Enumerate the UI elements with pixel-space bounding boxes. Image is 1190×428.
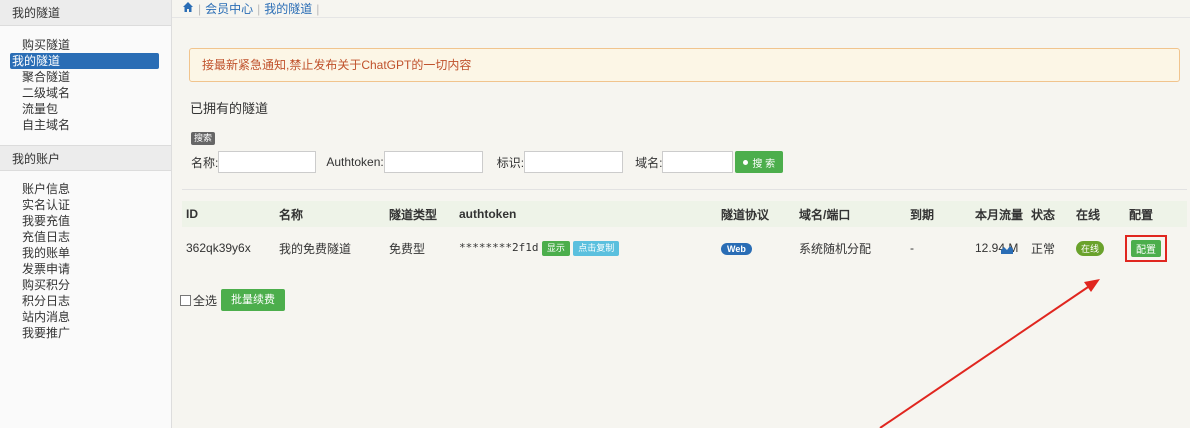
sidebar-item-points-log[interactable]: 积分日志: [10, 293, 159, 309]
online-badge: 在线: [1076, 240, 1105, 256]
sidebar-heading-tunnels: 我的隧道: [0, 0, 171, 26]
sidebar-item-custom-domain[interactable]: 自主域名: [10, 117, 159, 133]
breadcrumb-my-tunnels[interactable]: 我的隧道: [264, 0, 312, 18]
mark-input[interactable]: [524, 151, 624, 173]
cell-status: 正常: [1031, 241, 1056, 256]
cell-config: 配置: [1125, 227, 1187, 269]
name-input[interactable]: [218, 151, 317, 173]
cell-type: 免费型: [389, 241, 426, 256]
sidebar-item-recharge[interactable]: 我要充值: [10, 213, 159, 229]
search-button-label: 搜 索: [752, 158, 776, 170]
table-header-row: ID 名称 隧道类型 authtoken 隧道协议 域名/端口 到期 本月流量 …: [182, 201, 1187, 227]
col-header-online: 在线: [1072, 201, 1125, 227]
sidebar-item-verification[interactable]: 实名认证: [10, 197, 159, 213]
domain-input[interactable]: [662, 151, 734, 173]
cell-expiry: -: [910, 241, 914, 255]
col-header-name: 名称: [275, 201, 385, 227]
authtoken-value: ********2f1d: [459, 241, 539, 255]
sidebar-tunnel-list: 购买隧道 我的隧道 聚合隧道 二级域名 流量包 自主域名: [0, 26, 171, 135]
col-header-expiry: 到期: [906, 201, 971, 227]
tunnel-table: ID 名称 隧道类型 authtoken 隧道协议 域名/端口 到期 本月流量 …: [182, 201, 1187, 269]
sidebar-item-subdomain[interactable]: 二级域名: [10, 85, 159, 101]
col-header-status: 状态: [1027, 201, 1072, 227]
search-dot-icon: [743, 159, 749, 165]
section-title: 已拥有的隧道: [190, 101, 269, 116]
cell-traffic: 12.94 M: [971, 227, 1027, 269]
col-header-traffic: 本月流量: [971, 201, 1027, 227]
bulk-actions: 全选 批量续费: [180, 289, 286, 311]
table-row: 362qk39y6x 我的免费隧道 免费型 ********2f1d 显示 点击…: [182, 227, 1187, 269]
sidebar-heading-account: 我的账户: [0, 145, 171, 171]
sidebar-item-referral[interactable]: 我要推广: [10, 325, 159, 341]
sidebar-item-buy-tunnel[interactable]: 购买隧道: [10, 37, 159, 53]
copy-token-button[interactable]: 点击复制: [573, 240, 620, 256]
name-label: 名称:: [191, 155, 219, 170]
cell-online: 在线: [1072, 227, 1125, 269]
col-header-id: ID: [182, 201, 275, 227]
domain-label: 域名:: [635, 155, 663, 170]
sidebar: 我的隧道 购买隧道 我的隧道 聚合隧道 二级域名 流量包 自主域名 我的账户 账…: [0, 0, 172, 428]
bulk-renew-button[interactable]: 批量续费: [221, 289, 286, 311]
cell-id: 362qk39y6x: [186, 241, 251, 255]
cell-name: 我的免费隧道: [279, 241, 352, 256]
divider: [182, 189, 1187, 190]
sidebar-item-invoice[interactable]: 发票申请: [10, 261, 159, 277]
breadcrumb-member-center[interactable]: 会员中心: [205, 0, 253, 18]
sidebar-item-recharge-log[interactable]: 充值日志: [10, 229, 159, 245]
show-token-button[interactable]: 显示: [541, 240, 570, 256]
breadcrumb-separator: |: [316, 1, 320, 16]
col-header-config: 配置: [1125, 201, 1187, 227]
sidebar-item-traffic-pack[interactable]: 流量包: [10, 101, 159, 117]
sidebar-item-my-tunnels[interactable]: 我的隧道: [10, 53, 159, 69]
authtoken-label: Authtoken:: [326, 155, 384, 169]
cell-domain: 系统随机分配: [799, 241, 872, 256]
notice-alert: 接最新紧急通知,禁止发布关于ChatGPT的一切内容: [189, 48, 1180, 82]
config-highlight-box: 配置: [1125, 234, 1167, 262]
cell-authtoken: ********2f1d 显示 点击复制: [455, 227, 717, 269]
breadcrumb-separator: |: [198, 1, 202, 16]
col-header-type: 隧道类型: [385, 201, 455, 227]
search-tag: 搜索: [191, 132, 216, 145]
main-content: | 会员中心 | 我的隧道 | 接最新紧急通知,禁止发布关于ChatGPT的一切…: [172, 0, 1190, 428]
col-header-authtoken: authtoken: [455, 201, 717, 227]
breadcrumb-separator: |: [257, 1, 261, 16]
col-header-protocol: 隧道协议: [717, 201, 795, 227]
sidebar-item-aggregate-tunnels[interactable]: 聚合隧道: [10, 69, 159, 85]
sidebar-item-account-info[interactable]: 账户信息: [10, 181, 159, 197]
breadcrumb: | 会员中心 | 我的隧道 |: [172, 0, 1190, 18]
sidebar-account-list: 账户信息 实名认证 我要充值 充值日志 我的账单 发票申请 购买积分 积分日志 …: [0, 171, 171, 343]
sidebar-item-buy-points[interactable]: 购买积分: [10, 277, 159, 293]
col-header-domain: 域名/端口: [795, 201, 906, 227]
protocol-badge: Web: [721, 243, 752, 255]
cell-protocol: Web: [717, 227, 795, 269]
mark-label: 标识:: [496, 155, 525, 170]
select-all-checkbox[interactable]: [180, 294, 191, 306]
select-all-label: 全选: [193, 293, 218, 308]
sidebar-item-messages[interactable]: 站内消息: [10, 309, 159, 325]
authtoken-input[interactable]: [383, 151, 483, 173]
search-bar: 名称: Authtoken: 标识: 域名: 搜 索: [191, 151, 784, 173]
home-icon[interactable]: [182, 0, 194, 18]
config-button[interactable]: 配置: [1131, 239, 1161, 257]
search-button[interactable]: 搜 索: [735, 151, 784, 173]
sidebar-item-bills[interactable]: 我的账单: [10, 245, 159, 261]
